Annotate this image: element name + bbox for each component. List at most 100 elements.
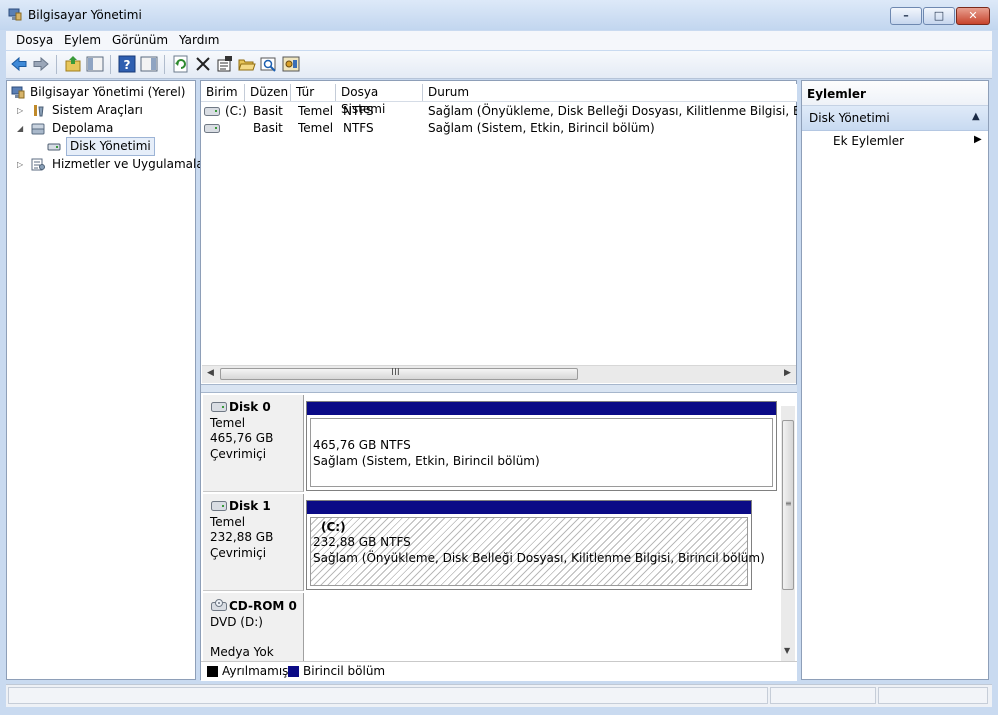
menu-view[interactable]: Görünüm <box>112 33 168 47</box>
legend-swatch-unallocated <box>207 666 218 677</box>
column-header-volume[interactable]: Birim <box>201 84 245 101</box>
scroll-grip-icon: ≡ <box>785 499 792 508</box>
partition-size-fs: 465,76 GB NTFS <box>313 438 411 452</box>
table-row[interactable]: (C:) Basit Temel NTFS Sağlam (Önyükleme,… <box>201 103 797 120</box>
settings-icon[interactable] <box>282 55 300 73</box>
tree-node-storage[interactable]: ◢ Depolama <box>17 120 193 137</box>
cell-status: Sağlam (Sistem, Etkin, Birincil bölüm) <box>428 121 655 135</box>
forward-arrow-icon[interactable] <box>32 55 50 73</box>
horizontal-scrollbar[interactable]: ◀ III ▶ <box>202 365 796 383</box>
partition-body <box>310 418 773 487</box>
column-header-layout[interactable]: Düzen <box>245 84 291 101</box>
scroll-thumb[interactable]: III <box>220 367 578 380</box>
disk-management-icon <box>47 143 61 151</box>
disk-graphical-view: Disk 0 Temel 465,76 GB Çevrimiçi 465,76 … <box>201 393 797 661</box>
collapse-up-icon[interactable]: ▲ <box>972 111 980 122</box>
menu-help[interactable]: Yardım <box>179 33 219 47</box>
menu-action[interactable]: Eylem <box>64 33 101 47</box>
expand-arrow-icon[interactable]: ▷ <box>17 102 26 119</box>
partition-label: (C:) <box>321 520 346 534</box>
services-icon <box>31 158 45 171</box>
action-more-actions[interactable]: Ek Eylemler ▶ <box>802 131 988 153</box>
menu-file[interactable]: Dosya <box>16 33 53 47</box>
disk-name: CD-ROM 0 <box>229 599 297 613</box>
close-icon: ✕ <box>968 9 978 22</box>
console-tree: Bilgisayar Yönetimi (Yerel) ▷ Sistem Ara… <box>6 80 209 680</box>
disk-size: 465,76 GB <box>210 431 274 445</box>
tree-node-disk-management[interactable]: Disk Yönetimi <box>47 137 193 156</box>
up-folder-icon[interactable] <box>64 55 82 73</box>
expand-arrow-icon[interactable]: ▷ <box>17 156 26 173</box>
vertical-scrollbar[interactable]: ≡ ▼ <box>781 406 795 661</box>
tree-label: Sistem Araçları <box>52 103 143 117</box>
scroll-thumb[interactable]: ≡ <box>782 420 794 590</box>
disk-management-pane: Birim Düzen Tür Dosya Sistemi Durum (C:)… <box>200 80 797 681</box>
refresh-icon[interactable] <box>172 55 190 73</box>
computer-management-icon <box>8 8 22 21</box>
disk-0-partition[interactable]: 465,76 GB NTFS Sağlam (Sistem, Etkin, Bi… <box>306 401 777 491</box>
partition-status: Sağlam (Sistem, Etkin, Birincil bölüm) <box>313 454 540 468</box>
minimize-icon: – <box>903 9 909 22</box>
back-arrow-icon[interactable] <box>10 55 28 73</box>
tree-node-root[interactable]: Bilgisayar Yönetimi (Yerel) <box>11 84 193 101</box>
disk-icon <box>211 501 227 511</box>
disk-name: Disk 0 <box>229 400 271 414</box>
actions-header: Eylemler <box>802 81 988 106</box>
column-header-status[interactable]: Durum <box>423 84 797 101</box>
scroll-left-arrow-icon[interactable]: ◀ <box>207 368 214 378</box>
actions-section-disk-management[interactable]: Disk Yönetimi ▲ <box>802 106 988 131</box>
toolbar: ? <box>6 51 992 79</box>
computer-management-icon <box>11 86 25 99</box>
help-icon[interactable]: ? <box>118 55 136 73</box>
open-folder-icon[interactable] <box>238 55 256 73</box>
disk-1-info[interactable]: Disk 1 Temel 232,88 GB Çevrimiçi <box>203 494 304 591</box>
scroll-down-arrow-icon[interactable]: ▼ <box>784 646 790 655</box>
scroll-right-arrow-icon[interactable]: ▶ <box>784 368 791 378</box>
close-button[interactable]: ✕ <box>956 7 990 25</box>
disk-type: DVD (D:) <box>210 615 263 629</box>
disk-name: Disk 1 <box>229 499 271 513</box>
status-panel <box>770 687 876 704</box>
disk-1-partition-c[interactable]: (C:) 232,88 GB NTFS Sağlam (Önyükleme, D… <box>306 500 765 590</box>
partition-size-fs: 232,88 GB NTFS <box>313 535 411 549</box>
system-tools-icon <box>34 105 44 117</box>
computer-management-window: Bilgisayar Yönetimi – □ ✕ Dosya Eylem Gö… <box>0 0 998 715</box>
disk-state: Çevrimiçi <box>210 447 267 461</box>
collapse-arrow-icon[interactable]: ◢ <box>17 120 26 137</box>
tree-label: Bilgisayar Yönetimi (Yerel) <box>30 85 186 99</box>
maximize-button[interactable]: □ <box>923 7 955 25</box>
cell-file-system: NTFS <box>343 104 374 118</box>
maximize-icon: □ <box>933 9 945 22</box>
minimize-button[interactable]: – <box>890 7 922 25</box>
toolbar-separator <box>110 55 111 74</box>
tree-node-system-tools[interactable]: ▷ Sistem Araçları <box>17 102 193 119</box>
column-header-file-system[interactable]: Dosya Sistemi <box>336 84 423 116</box>
search-disk-icon[interactable] <box>260 55 278 73</box>
pane-splitter[interactable] <box>201 384 797 393</box>
table-row[interactable]: Basit Temel NTFS Sağlam (Sistem, Etkin, … <box>201 120 797 137</box>
disk-type: Temel <box>210 416 246 430</box>
tree-node-services[interactable]: ▷ Hizmetler ve Uygulamalar <box>17 156 209 173</box>
drive-icon <box>204 107 220 116</box>
cell-type: Temel <box>298 121 334 135</box>
show-hide-tree-icon[interactable] <box>86 55 104 73</box>
column-header-type[interactable]: Tür <box>291 84 336 101</box>
delete-icon[interactable] <box>194 55 212 73</box>
properties-icon[interactable] <box>216 55 234 73</box>
legend-swatch-primary <box>288 666 299 677</box>
show-hide-action-pane-icon[interactable] <box>140 55 158 73</box>
cell-file-system: NTFS <box>343 121 374 135</box>
cell-volume: (C:) <box>225 104 247 118</box>
tree-label: Depolama <box>52 121 114 135</box>
window-title: Bilgisayar Yönetimi <box>28 8 142 22</box>
disk-size: 232,88 GB <box>210 530 274 544</box>
svg-text:?: ? <box>124 58 131 72</box>
status-panel <box>8 687 768 704</box>
legend-label-primary: Birincil bölüm <box>303 664 386 678</box>
actions-title: Eylemler <box>807 87 866 101</box>
disk-0-info[interactable]: Disk 0 Temel 465,76 GB Çevrimiçi <box>203 395 304 492</box>
cell-status: Sağlam (Önyükleme, Disk Belleği Dosyası,… <box>428 104 797 118</box>
disk-state: Çevrimiçi <box>210 546 267 560</box>
storage-icon <box>31 123 45 135</box>
cdrom-0-info[interactable]: CD-ROM 0 DVD (D:) Medya Yok <box>203 593 304 661</box>
